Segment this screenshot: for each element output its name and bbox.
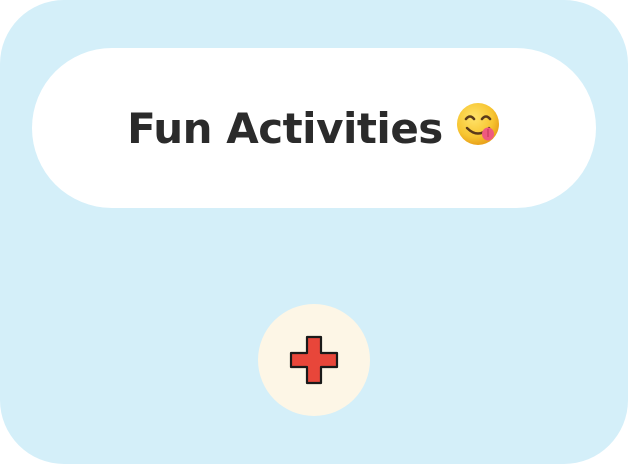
card-title: Fun Activities: [127, 103, 443, 153]
plus-icon: [289, 335, 339, 385]
title-banner: Fun Activities: [32, 48, 596, 208]
yum-face-icon: [455, 101, 501, 147]
add-activity-button[interactable]: [258, 304, 370, 416]
activity-card: Fun Activities: [0, 0, 628, 464]
